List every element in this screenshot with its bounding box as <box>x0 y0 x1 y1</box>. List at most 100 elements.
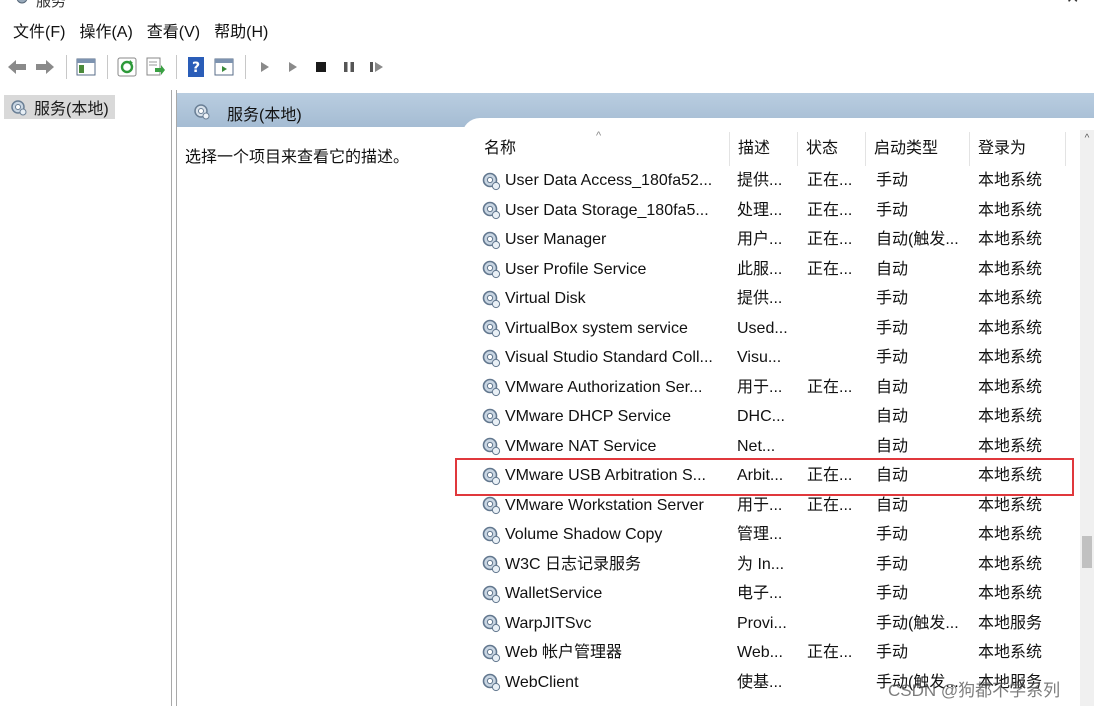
start-service-alt-button[interactable] <box>280 54 306 80</box>
service-description: Net... <box>737 437 776 455</box>
service-row[interactable]: Virtual Disk 提供... 手动 本地系统 <box>462 284 1094 314</box>
column-header-status[interactable]: 状态 <box>798 132 866 166</box>
help-button[interactable]: ? <box>183 54 209 80</box>
service-name: Visual Studio Standard Coll... <box>505 349 713 366</box>
service-row[interactable]: WarpJITSvc Provi... 手动(触发... 本地服务 <box>462 609 1094 639</box>
menu-view[interactable]: 查看(V) <box>140 20 207 46</box>
service-startup-type: 自动 <box>876 260 909 278</box>
service-row[interactable]: VMware DHCP Service DHC... 自动 本地系统 <box>462 402 1094 432</box>
properties-button[interactable] <box>211 54 237 80</box>
vertical-scrollbar[interactable] <box>1080 130 1094 706</box>
service-gear-icon <box>480 583 502 605</box>
service-status <box>807 579 863 609</box>
service-description: Web... <box>737 644 783 661</box>
stop-service-button[interactable] <box>308 54 334 80</box>
service-row[interactable]: User Manager 用户... 正在... 自动(触发... 本地系统 <box>462 225 1094 255</box>
service-name-cell: Web 帐户管理器 <box>480 638 726 668</box>
service-startup-type: 手动 <box>876 201 909 219</box>
menu-help[interactable]: 帮助(H) <box>207 20 275 46</box>
service-description: 用于... <box>737 378 783 396</box>
service-row[interactable]: Volume Shadow Copy 管理... 手动 本地系统 <box>462 520 1094 550</box>
service-startup-type: 手动 <box>876 644 909 661</box>
refresh-icon <box>117 57 137 77</box>
service-description: 用户... <box>737 231 783 248</box>
service-row[interactable]: Web 帐户管理器 Web... 正在... 手动 本地系统 <box>462 638 1094 668</box>
start-service-button[interactable] <box>252 54 278 80</box>
service-description: 此服... <box>737 260 783 278</box>
service-name: Virtual Disk <box>505 290 586 307</box>
service-startup-type: 手动 <box>876 585 909 602</box>
service-name: User Manager <box>505 231 607 248</box>
service-row[interactable]: User Data Storage_180fa5... 处理... 正在... 手动 本… <box>462 196 1094 226</box>
export-list-button[interactable] <box>142 54 168 80</box>
service-gear-icon <box>480 671 502 693</box>
minimize-button[interactable]: — <box>1000 0 1016 6</box>
restart-service-button[interactable] <box>364 54 390 80</box>
column-header-name[interactable]: 名称 <box>476 132 730 166</box>
service-row[interactable]: WalletService 电子... 手动 本地系统 <box>462 579 1094 609</box>
pause-service-button[interactable] <box>336 54 362 80</box>
toolbar-separator <box>66 55 67 79</box>
service-description: Used... <box>737 319 788 337</box>
service-status <box>807 432 863 462</box>
service-status: 正在... <box>807 201 853 219</box>
column-header-logon-as[interactable]: 登录为 <box>970 132 1066 166</box>
restart-icon <box>370 62 383 72</box>
service-row[interactable]: VirtualBox system service Used... 手动 本地系统 <box>462 314 1094 344</box>
service-name-cell: WalletService <box>480 579 726 609</box>
service-logon-as: 本地系统 <box>978 201 1043 219</box>
service-row[interactable]: User Profile Service 此服... 正在... 自动 本地系统 <box>462 255 1094 285</box>
service-name: WebClient <box>505 673 579 691</box>
service-startup-type: 手动 <box>876 319 909 337</box>
service-status: 正在... <box>807 378 853 396</box>
toolbar: ? <box>0 50 1094 84</box>
toolbar-separator <box>176 55 177 79</box>
service-name-cell: User Manager <box>480 225 726 255</box>
service-name-cell: WarpJITSvc <box>480 609 726 639</box>
toolbar-separator <box>107 55 108 79</box>
service-row[interactable]: VMware Authorization Ser... 用于... 正在... 自动 本… <box>462 373 1094 403</box>
menu-file[interactable]: 文件(F) <box>6 20 72 46</box>
column-header-startup-type[interactable]: 启动类型 <box>866 132 970 166</box>
tree-item-services-local[interactable]: 服务(本地) <box>4 95 115 119</box>
column-header-description[interactable]: 描述 <box>730 132 798 166</box>
back-button[interactable] <box>4 54 30 80</box>
show-hide-tree-button[interactable] <box>73 54 99 80</box>
service-status: 正在... <box>807 231 853 248</box>
service-row[interactable]: Visual Studio Standard Coll... Visu... 手动 本… <box>462 343 1094 373</box>
title-bar: 服务 — ✕ <box>0 0 1094 20</box>
forward-icon <box>36 60 54 74</box>
forward-button[interactable] <box>32 54 58 80</box>
service-gear-icon <box>480 288 502 310</box>
scrollbar-thumb[interactable] <box>1082 536 1092 568</box>
service-startup-type: 自动 <box>876 437 909 455</box>
service-status: 正在... <box>807 260 853 278</box>
service-logon-as: 本地系统 <box>978 437 1043 455</box>
service-row[interactable]: User Data Access_180fa52... 提供... 正在... 手动 本… <box>462 166 1094 196</box>
service-name: WarpJITSvc <box>505 614 592 632</box>
stop-icon <box>316 62 326 72</box>
service-startup-type: 手动(触发... <box>876 614 959 632</box>
service-row[interactable]: W3C 日志记录服务 为 In... 手动 本地系统 <box>462 550 1094 580</box>
service-name-cell: W3C 日志记录服务 <box>480 550 726 580</box>
close-button[interactable]: ✕ <box>1066 0 1079 8</box>
service-gear-icon <box>480 229 502 251</box>
service-status <box>807 520 863 550</box>
service-logon-as: 本地系统 <box>978 172 1043 189</box>
service-description: 处理... <box>737 201 783 219</box>
gear-icon <box>194 104 210 120</box>
menu-action[interactable]: 操作(A) <box>72 20 139 46</box>
properties-icon <box>214 58 234 76</box>
service-name: VMware NAT Service <box>505 437 657 455</box>
service-logon-as: 本地系统 <box>978 319 1043 337</box>
service-description: DHC... <box>737 408 785 425</box>
service-name: Volume Shadow Copy <box>505 526 663 543</box>
service-name-cell: Virtual Disk <box>480 284 726 314</box>
refresh-button[interactable] <box>114 54 140 80</box>
service-logon-as: 本地系统 <box>978 260 1043 278</box>
scroll-up-icon[interactable]: ^ <box>1080 133 1094 147</box>
service-status <box>807 284 863 314</box>
service-name: User Data Access_180fa52... <box>505 172 713 189</box>
show-hide-tree-icon <box>76 58 96 76</box>
service-row[interactable]: VMware NAT Service Net... 自动 本地系统 <box>462 432 1094 462</box>
